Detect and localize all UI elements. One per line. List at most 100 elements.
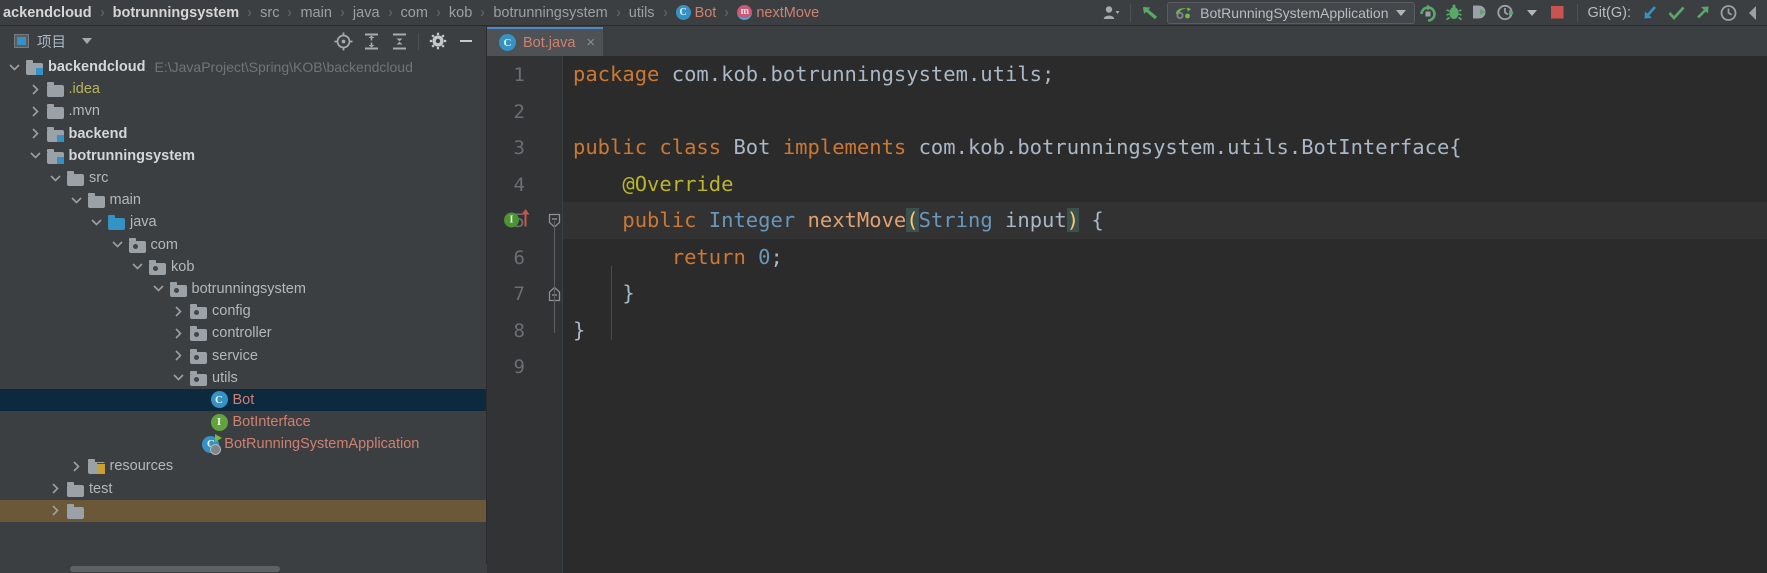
tree-row[interactable]: C BotRunningSystemApplication	[0, 433, 486, 455]
chevron-down-icon[interactable]	[70, 189, 83, 211]
gutter-row[interactable]: 4	[487, 166, 562, 203]
profile-caret-icon[interactable]	[1519, 1, 1545, 25]
gutter-row[interactable]: 3	[487, 129, 562, 166]
tree-row[interactable]: backend	[0, 123, 486, 145]
chevron-down-icon[interactable]	[152, 278, 165, 300]
code-line[interactable]: public class Bot implements com.kob.botr…	[563, 129, 1767, 166]
chevron-down-icon[interactable]	[131, 256, 144, 278]
collapse-all-icon[interactable]	[385, 28, 413, 54]
stop-icon[interactable]	[1545, 1, 1571, 25]
git-rollback-icon[interactable]	[1741, 1, 1767, 25]
run-configuration-selector[interactable]: BotRunningSystemApplication	[1167, 1, 1415, 24]
chevron-right-icon[interactable]	[172, 322, 185, 344]
gutter-row[interactable]: 2	[487, 93, 562, 130]
breadcrumb-item-utils[interactable]: utils	[628, 5, 656, 21]
editor-tab-bot-java[interactable]: C Bot.java ×	[487, 27, 604, 56]
editor-gutter[interactable]: 1 2 3 4 5I 6 7 8 9	[487, 56, 563, 573]
breadcrumb-item-botrunningsystem[interactable]: botrunningsystem	[492, 5, 608, 21]
gutter-row[interactable]: 1	[487, 56, 562, 93]
implementing-method-icon[interactable]: I	[504, 212, 519, 228]
code-line[interactable]: @Override	[563, 166, 1767, 203]
tree-row[interactable]: resources	[0, 455, 486, 477]
chevron-right-icon[interactable]	[49, 478, 62, 500]
tree-row[interactable]: botrunningsystem	[0, 278, 486, 300]
code-line[interactable]: return 0;	[563, 239, 1767, 276]
gutter-row[interactable]: 6	[487, 239, 562, 276]
code-line[interactable]: public Integer nextMove(String input) {	[563, 202, 1767, 239]
code-area[interactable]: 1 2 3 4 5I 6 7 8 9 package com.kob.botrunningsys…	[487, 56, 1767, 573]
tree-row[interactable]: test	[0, 478, 486, 500]
chevron-right-icon[interactable]	[70, 455, 83, 477]
chevron-down-icon[interactable]	[111, 234, 124, 256]
expand-all-icon[interactable]	[357, 28, 385, 54]
tree-row[interactable]: kob	[0, 256, 486, 278]
breadcrumb-item-bot[interactable]: C Bot	[675, 5, 718, 21]
chevron-right-icon[interactable]	[29, 100, 42, 122]
chevron-right-icon[interactable]	[29, 78, 42, 100]
gear-icon[interactable]	[424, 28, 452, 54]
tree-row-partial[interactable]	[0, 499, 486, 522]
user-avatar-icon[interactable]	[1098, 1, 1124, 25]
code-line[interactable]: }	[563, 312, 1767, 349]
breadcrumb-item-ackendcloud[interactable]: ackendcloud	[2, 5, 93, 21]
chevron-down-icon[interactable]	[8, 56, 21, 78]
tree-row[interactable]: controller	[0, 322, 486, 344]
gutter-row[interactable]: 7	[487, 275, 562, 312]
git-push-icon[interactable]	[1689, 1, 1715, 25]
close-icon[interactable]: ×	[586, 34, 595, 51]
breadcrumb-item-nextmove[interactable]: m nextMove	[736, 5, 820, 21]
chevron-down-icon[interactable]	[29, 145, 42, 167]
code-line[interactable]: package com.kob.botrunningsystem.utils;	[563, 56, 1767, 93]
tree-row[interactable]: C Bot	[0, 388, 486, 411]
locate-icon[interactable]	[329, 28, 357, 54]
project-view-icon[interactable]	[14, 34, 29, 48]
code-line[interactable]: }	[563, 275, 1767, 312]
tree-row[interactable]: I BotInterface	[0, 411, 486, 433]
hide-panel-icon[interactable]	[452, 28, 480, 54]
tree-row[interactable]: botrunningsystem	[0, 145, 486, 167]
horizontal-scrollbar[interactable]	[0, 564, 487, 573]
git-commit-icon[interactable]	[1663, 1, 1689, 25]
chevron-down-icon[interactable]	[172, 367, 185, 389]
chevron-down-icon[interactable]	[49, 167, 62, 189]
tree-row[interactable]: src	[0, 167, 486, 189]
tree-row[interactable]: config	[0, 300, 486, 322]
chevron-down-icon[interactable]	[1395, 9, 1406, 16]
project-tree[interactable]: backendcloud E:\JavaProject\Spring\KOB\ba…	[0, 56, 486, 573]
tree-row[interactable]: utils	[0, 367, 486, 389]
chevron-right-icon[interactable]	[29, 123, 42, 145]
update-project-icon[interactable]	[1137, 1, 1163, 25]
code-line[interactable]	[563, 348, 1767, 385]
chevron-right-icon[interactable]	[172, 300, 185, 322]
code-content[interactable]: package com.kob.botrunningsystem.utils; p…	[563, 56, 1767, 573]
run-icon[interactable]	[1415, 1, 1441, 25]
gutter-row[interactable]: 5I	[487, 202, 562, 239]
tree-row[interactable]: java	[0, 211, 486, 233]
breadcrumb-item-botrunningsystem[interactable]: botrunningsystem	[112, 5, 240, 21]
tree-row[interactable]: .idea	[0, 78, 486, 100]
profile-icon[interactable]	[1493, 1, 1519, 25]
git-history-icon[interactable]	[1715, 1, 1741, 25]
breadcrumb-item-java[interactable]: java	[352, 5, 381, 21]
panel-caret-icon[interactable]	[82, 38, 92, 44]
gutter-row[interactable]: 8	[487, 312, 562, 349]
tree-row[interactable]: service	[0, 344, 486, 366]
breadcrumb-item-kob[interactable]: kob	[448, 5, 473, 21]
tree-row[interactable]: com	[0, 234, 486, 256]
code-token: ;	[770, 244, 783, 269]
implements-up-arrow-icon[interactable]	[520, 208, 531, 233]
tree-row[interactable]: main	[0, 189, 486, 211]
code-line[interactable]	[563, 93, 1767, 130]
tree-row[interactable]: .mvn	[0, 100, 486, 122]
debug-icon[interactable]	[1441, 1, 1467, 25]
gutter-row[interactable]: 9	[487, 348, 562, 385]
chevron-right-icon[interactable]	[49, 500, 62, 522]
breadcrumb-item-main[interactable]: main	[299, 5, 332, 21]
tree-row[interactable]: backendcloud E:\JavaProject\Spring\KOB\ba…	[0, 56, 486, 78]
git-update-icon[interactable]	[1637, 1, 1663, 25]
chevron-right-icon[interactable]	[172, 345, 185, 367]
chevron-down-icon[interactable]	[90, 211, 103, 233]
breadcrumb-item-src[interactable]: src	[259, 5, 280, 21]
breadcrumb-item-com[interactable]: com	[400, 5, 429, 21]
run-with-coverage-icon[interactable]	[1467, 1, 1493, 25]
